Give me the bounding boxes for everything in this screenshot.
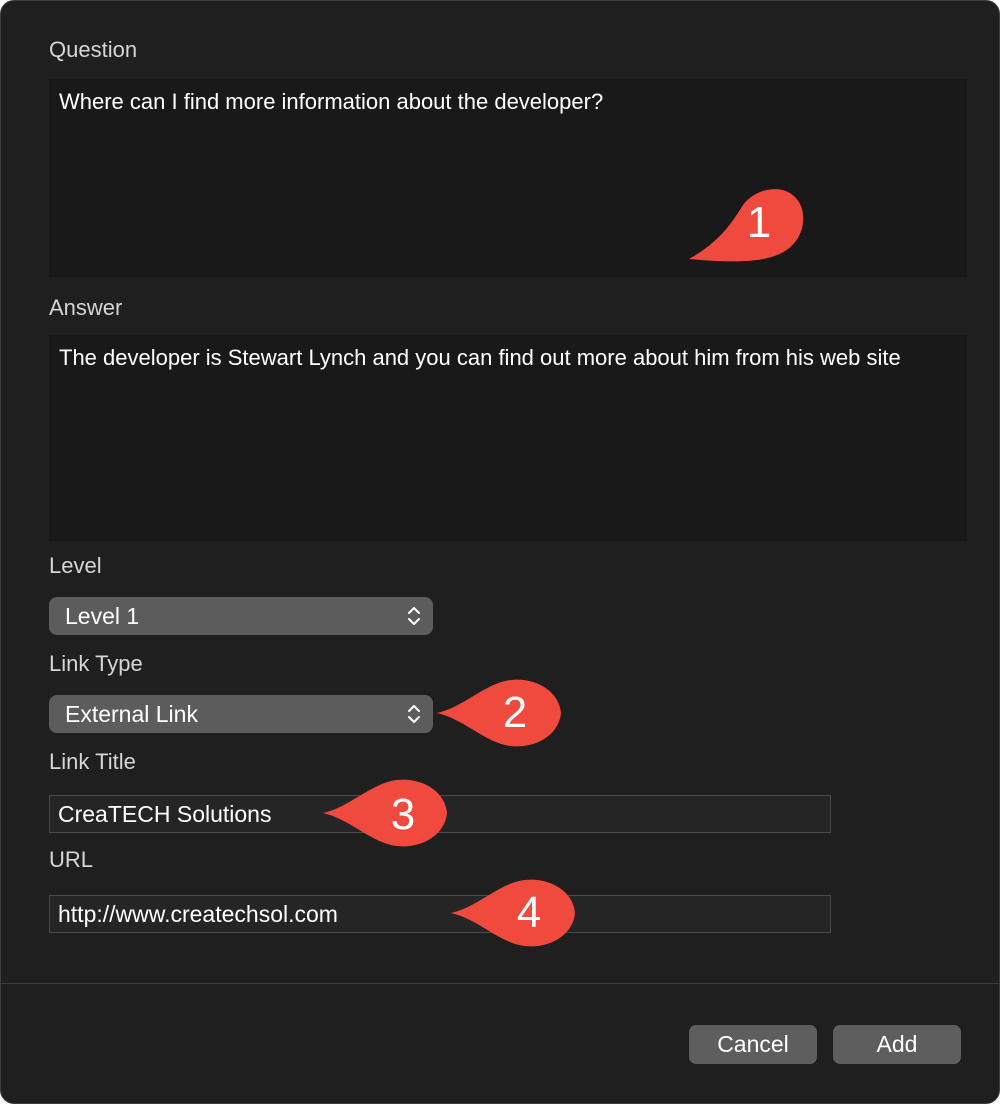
link-type-selected-value: External Link [65, 701, 198, 727]
link-type-popup-button[interactable]: External Link [49, 695, 433, 733]
callout-2-number: 2 [502, 688, 528, 737]
question-textarea[interactable]: Where can I find more information about … [49, 79, 967, 277]
callout-4-number: 4 [516, 888, 542, 937]
level-label: Level [49, 553, 102, 578]
url-field[interactable]: http://www.createchsol.com [49, 895, 831, 933]
link-type-label: Link Type [49, 651, 143, 676]
up-down-chevron-icon [408, 705, 420, 723]
url-label: URL [49, 847, 94, 872]
cancel-button[interactable]: Cancel [689, 1025, 817, 1064]
up-down-chevron-icon [408, 607, 420, 625]
question-label: Question [49, 37, 138, 62]
footer-separator [1, 983, 999, 984]
callout-1-number: 1 [746, 198, 772, 247]
link-title-label: Link Title [49, 749, 136, 774]
add-button[interactable]: Add [833, 1025, 961, 1064]
add-faq-dialog: Question Where can I find more informati… [0, 0, 1000, 1104]
level-popup-button[interactable]: Level 1 [49, 597, 433, 635]
callout-3-number: 3 [390, 790, 416, 839]
answer-textarea[interactable]: The developer is Stewart Lynch and you c… [49, 335, 967, 541]
level-selected-value: Level 1 [65, 603, 140, 629]
answer-label: Answer [49, 295, 123, 320]
